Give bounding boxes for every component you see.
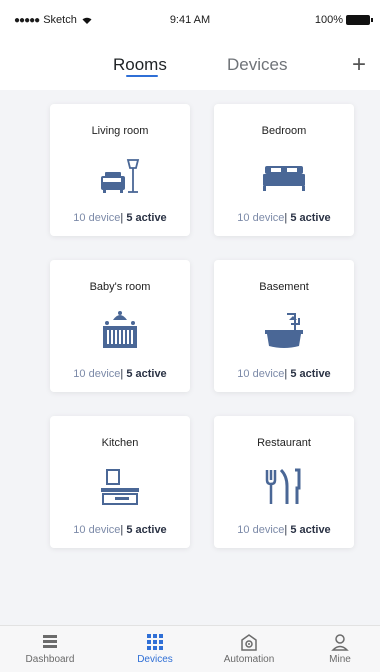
status-right: 100% [314, 14, 373, 26]
device-count: 10 device [73, 212, 121, 224]
room-card-bedroom[interactable]: Bedroom 10 device| 5 active [214, 104, 354, 236]
device-count: 10 device [73, 368, 121, 380]
nav-devices[interactable]: Devices [115, 632, 195, 665]
bottom-nav: Dashboard Devices Automation Mine [0, 625, 380, 672]
sofa-lamp-icon [101, 159, 140, 193]
tab-rooms[interactable]: Rooms [113, 55, 167, 75]
stove-hood-icon [101, 469, 139, 505]
active-count: 5 active [126, 524, 167, 536]
room-name: Restaurant [257, 437, 311, 449]
add-icon[interactable]: + [352, 51, 366, 79]
device-count: 10 device [73, 524, 121, 536]
nav-mine[interactable]: Mine [300, 632, 380, 665]
room-name: Bedroom [261, 125, 307, 137]
devices-grid-icon [147, 634, 163, 650]
active-count: 5 active [126, 212, 167, 224]
room-card-restaurant[interactable]: Restaurant 10 device| 5 active [214, 416, 354, 548]
room-meta: 10 device| 5 active [237, 212, 331, 224]
active-count: 5 active [290, 212, 331, 224]
device-count: 10 device [237, 212, 285, 224]
room-meta: 10 device| 5 active [237, 524, 331, 536]
nav-label: Devices [137, 654, 173, 665]
header: Rooms Devices + [0, 40, 380, 90]
bed-icon [263, 166, 305, 191]
room-meta: 10 device| 5 active [73, 368, 167, 380]
nav-automation[interactable]: Automation [209, 632, 289, 665]
room-meta: 10 device| 5 active [73, 212, 167, 224]
nav-dashboard[interactable]: Dashboard [10, 632, 90, 665]
nav-label: Automation [223, 654, 275, 665]
dashboard-icon [43, 635, 57, 648]
room-card-basement[interactable]: Basement 10 device| 5 active [214, 260, 354, 392]
user-icon [331, 634, 349, 651]
active-count: 5 active [290, 368, 331, 380]
active-tab-underline [126, 75, 158, 77]
room-card-kitchen[interactable]: Kitchen 10 device| 5 active [50, 416, 190, 548]
room-name: Baby's room [89, 281, 151, 293]
nav-label: Dashboard [25, 654, 75, 665]
battery-icon [346, 15, 373, 25]
room-meta: 10 device| 5 active [73, 524, 167, 536]
room-name: Basement [259, 281, 309, 293]
status-bar: ●●●●● Sketch 9:41 AM 100% [0, 0, 380, 40]
room-name: Kitchen [101, 437, 139, 449]
room-card-living-room[interactable]: Living room 10 device| 5 active [50, 104, 190, 236]
battery-label: 100% [314, 14, 343, 26]
device-count: 10 device [237, 524, 285, 536]
device-count: 10 device [237, 368, 285, 380]
room-meta: 10 device| 5 active [237, 368, 331, 380]
active-count: 5 active [290, 524, 331, 536]
cutlery-icon [265, 468, 301, 504]
room-card-babys-room[interactable]: Baby's room 10 device| 5 active [50, 260, 190, 392]
bathtub-icon [265, 313, 303, 348]
crib-icon [103, 311, 137, 348]
active-count: 5 active [126, 368, 167, 380]
tab-devices[interactable]: Devices [227, 55, 287, 75]
room-name: Living room [91, 125, 149, 137]
nav-label: Mine [329, 654, 351, 665]
automation-house-icon [241, 634, 257, 651]
